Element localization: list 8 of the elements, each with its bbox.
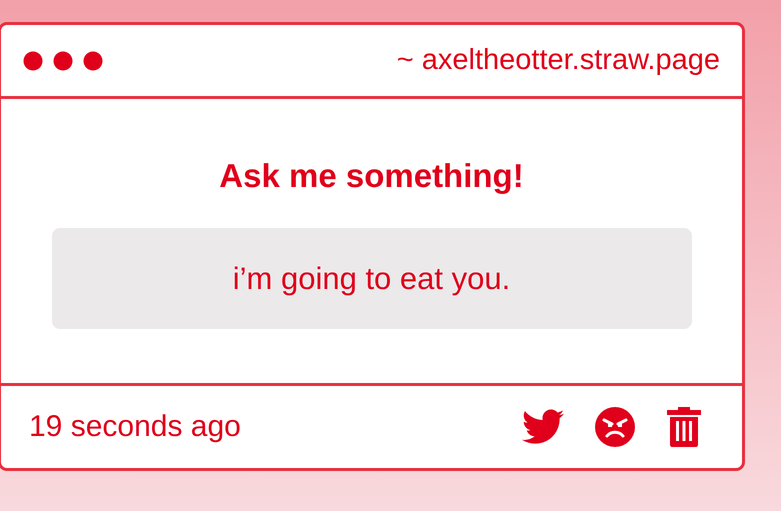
timestamp: 19 seconds ago (29, 410, 241, 444)
angry-face-icon[interactable] (594, 406, 636, 448)
page-address: ~ axeltheotter.straw.page (396, 44, 720, 77)
window-dots-icon (23, 50, 103, 70)
question-text: i’m going to eat you. (52, 228, 692, 329)
bird-icon[interactable] (522, 409, 564, 445)
prompt-heading: Ask me something! (219, 157, 524, 195)
trash-icon[interactable] (666, 407, 702, 447)
